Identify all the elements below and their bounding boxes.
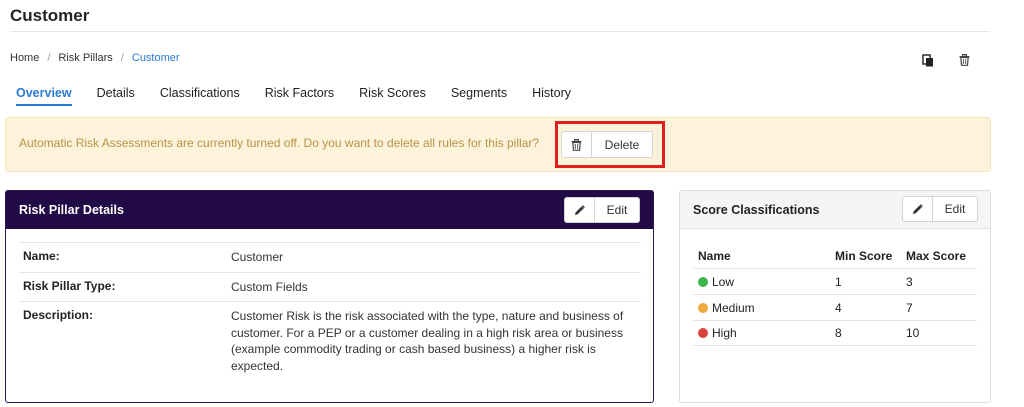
score-classifications-title: Score Classifications <box>693 202 820 217</box>
page-title: Customer <box>10 6 90 25</box>
status-dot-low <box>698 276 708 287</box>
header-actions <box>921 53 971 67</box>
breadcrumb-current: Customer <box>131 52 180 64</box>
breadcrumb: Home / Risk Pillars / Customer <box>10 52 180 64</box>
min-score: 1 <box>835 274 842 289</box>
details-value: Customer <box>231 250 284 264</box>
delete-rules-button[interactable]: Delete <box>561 131 653 158</box>
pencil-icon <box>565 198 595 222</box>
edit-scores-button[interactable]: Edit <box>902 196 978 222</box>
tab-segments[interactable]: Segments <box>451 86 507 106</box>
breadcrumb-separator: / <box>47 52 51 64</box>
risk-pillar-details-header: Risk Pillar Details Edit <box>6 191 653 229</box>
details-row-type: Risk Pillar Type: Custom Fields <box>19 271 641 302</box>
tab-classifications[interactable]: Classifications <box>160 86 240 106</box>
score-classifications-card: Score Classifications Edit Name Min Scor… <box>679 190 991 403</box>
details-value: Custom Fields <box>231 279 308 294</box>
tab-bar: Overview Details Classifications Risk Fa… <box>16 86 596 106</box>
table-row: Medium 4 7 <box>693 294 977 320</box>
alert-message: Automatic Risk Assessments are currently… <box>19 136 540 150</box>
min-score: 4 <box>835 300 842 315</box>
classification-name: High <box>712 326 737 340</box>
classification-name: Medium <box>712 300 755 315</box>
tab-details[interactable]: Details <box>97 86 135 106</box>
table-row: Low 1 3 <box>693 268 977 294</box>
tab-risk-scores[interactable]: Risk Scores <box>359 86 426 106</box>
column-header-max: Max Score <box>906 248 967 263</box>
risk-pillar-details-title: Risk Pillar Details <box>19 203 124 217</box>
copy-icon[interactable] <box>921 53 935 67</box>
auto-assessment-alert: Automatic Risk Assessments are currently… <box>5 117 991 172</box>
breadcrumb-home[interactable]: Home <box>10 52 39 64</box>
details-label: Description: <box>23 308 94 322</box>
column-header-name: Name <box>698 248 731 263</box>
edit-details-button[interactable]: Edit <box>564 197 640 223</box>
risk-pillar-details-card: Risk Pillar Details Edit Name: Customer … <box>5 190 654 403</box>
tab-overview[interactable]: Overview <box>16 86 72 106</box>
breadcrumb-separator: / <box>120 52 124 64</box>
max-score: 10 <box>906 326 920 340</box>
tab-risk-factors[interactable]: Risk Factors <box>265 86 334 106</box>
edit-button-label: Edit <box>606 203 628 217</box>
breadcrumb-risk-pillars[interactable]: Risk Pillars <box>58 52 112 64</box>
score-table: Name Min Score Max Score Low 1 3 Medium … <box>693 243 977 346</box>
edit-button-label: Edit <box>944 202 966 216</box>
classification-name: Low <box>712 274 735 289</box>
status-dot-high <box>698 328 708 338</box>
title-divider <box>10 31 990 32</box>
delete-button-label: Delete <box>604 137 640 152</box>
column-header-min: Min Score <box>835 248 893 263</box>
details-table: Name: Customer Risk Pillar Type: Custom … <box>19 242 641 380</box>
trash-icon[interactable] <box>957 53 971 67</box>
details-label: Risk Pillar Type: <box>23 278 116 293</box>
max-score: 3 <box>906 274 913 289</box>
max-score: 7 <box>906 300 913 315</box>
score-table-header: Name Min Score Max Score <box>693 243 977 268</box>
details-value: Customer Risk is the risk associated wit… <box>231 309 624 373</box>
tab-history[interactable]: History <box>532 86 571 106</box>
details-label: Name: <box>23 249 60 263</box>
pencil-icon <box>903 197 933 221</box>
score-classifications-header: Score Classifications Edit <box>680 191 990 229</box>
details-row-description: Description: Customer Risk is the risk a… <box>19 301 641 380</box>
trash-icon <box>562 132 592 157</box>
status-dot-medium <box>698 302 708 313</box>
table-row: High 8 10 <box>693 320 977 346</box>
min-score: 8 <box>835 326 842 340</box>
details-row-name: Name: Customer <box>19 242 641 272</box>
